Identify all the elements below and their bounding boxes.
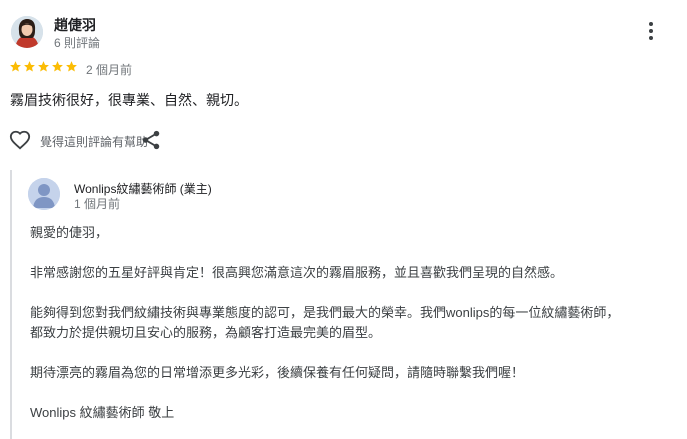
reviewer-review-count: 6 則評論 (54, 36, 101, 50)
reply-greeting: 親愛的倢羽， (30, 225, 109, 240)
more-vert-icon (641, 22, 661, 40)
share-button[interactable] (140, 129, 162, 151)
star-icon (10, 61, 21, 72)
reply-date: 1 個月前 (74, 197, 121, 211)
review-actions: 覺得這則評論有幫助 (0, 126, 687, 156)
reply-paragraph: 非常感謝您的五星好評與肯定！很高興您滿意這次的霧眉服務，並且喜歡我們呈現的自然感… (30, 265, 564, 280)
reply-paragraph: 能夠得到您對我們紋繡技術與專業態度的認可，是我們最大的榮幸。我們wonlips的… (30, 305, 620, 320)
owner-avatar[interactable] (28, 178, 60, 210)
star-icon (52, 61, 63, 72)
more-options-button[interactable] (641, 22, 661, 44)
review-date: 2 個月前 (86, 63, 133, 77)
review-text: 霧眉技術很好，很專業、自然、親切。 (10, 92, 248, 108)
like-label: 覺得這則評論有幫助 (40, 135, 149, 149)
star-rating (9, 60, 79, 74)
reviewer-name[interactable]: 趙倢羽 (54, 15, 96, 35)
heart-outline-icon (9, 130, 31, 150)
star-icon (24, 61, 35, 72)
review-card: 趙倢羽 6 則評論 2 個月前 霧眉技術很好，很專業、自然、親切。 覺得這則評論… (0, 0, 687, 439)
reviewer-avatar[interactable] (11, 16, 43, 48)
share-icon (142, 130, 160, 150)
like-button[interactable] (9, 129, 31, 151)
person-icon (28, 178, 60, 210)
reply-signature: Wonlips 紋繡藝術師 敬上 (30, 405, 175, 420)
reply-paragraph: 都致力於提供親切且安心的服務，為顧客打造最完美的眉型。 (30, 325, 382, 340)
reply-paragraph: 期待漂亮的霧眉為您的日常增添更多光彩，後續保養有任何疑問，請隨時聯繫我們喔！ (30, 365, 525, 380)
star-icon (66, 61, 77, 72)
owner-reply: Wonlips紋繡藝術師 (業主) 1 個月前 親愛的倢羽， 非常感謝您的五星好… (10, 170, 672, 439)
star-icon (38, 61, 49, 72)
